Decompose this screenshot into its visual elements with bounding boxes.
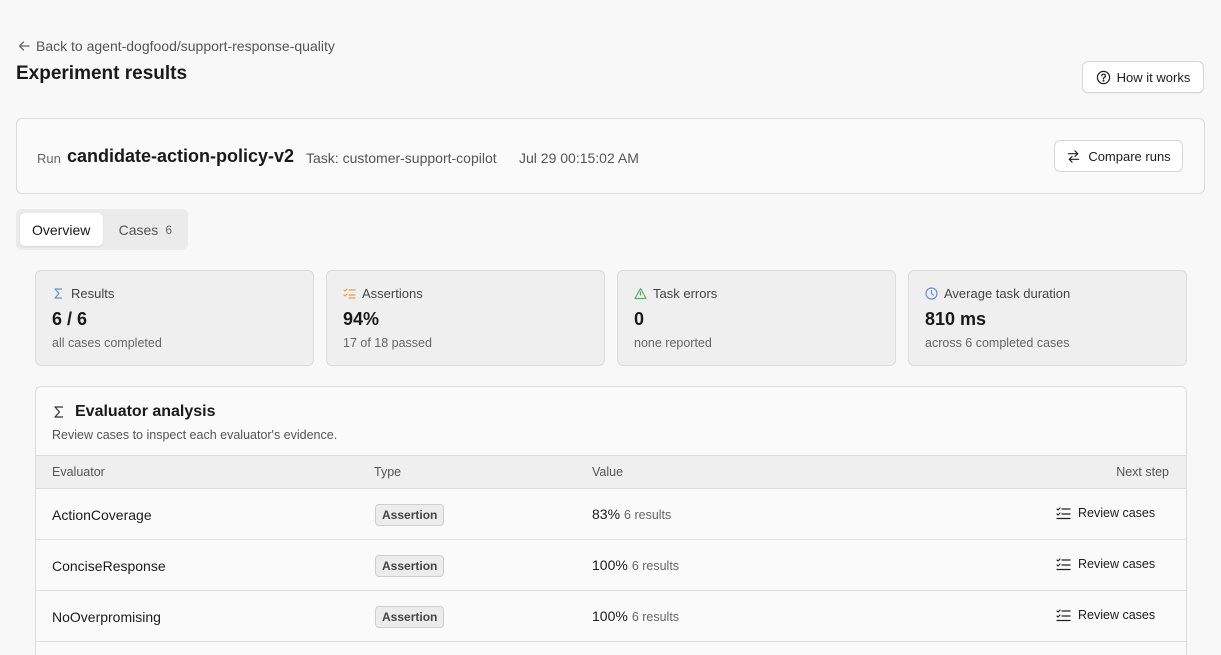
- compare-runs-button[interactable]: Compare runs: [1054, 140, 1183, 172]
- evaluator-subtitle: Review cases to inspect each evaluator's…: [52, 428, 338, 442]
- warning-triangle-icon: [634, 287, 647, 300]
- back-link[interactable]: Back to agent-dogfood/support-response-q…: [17, 38, 335, 54]
- stat-subtitle: across 6 completed cases: [925, 336, 1070, 350]
- sigma-icon: [54, 288, 62, 299]
- type-badge: Assertion: [375, 606, 445, 628]
- evaluator-analysis-card: Evaluator analysis Review cases to inspe…: [35, 386, 1187, 655]
- run-header-card: Run candidate-action-policy-v2 Task: cus…: [16, 118, 1205, 194]
- table-row: ConciseResponse Assertion 100% 6 results …: [36, 540, 1186, 591]
- tab-cases-label: Cases: [118, 221, 159, 238]
- how-it-works-label: How it works: [1116, 69, 1191, 85]
- column-header-next-step: Next step: [1116, 465, 1169, 479]
- column-header-evaluator: Evaluator: [52, 465, 105, 479]
- run-task: Task: customer-support-copilot: [306, 150, 497, 166]
- value-percent: 100%: [592, 608, 628, 624]
- run-name: candidate-action-policy-v2: [67, 146, 295, 166]
- review-cases-label: Review cases: [1078, 608, 1156, 622]
- column-header-type: Type: [374, 465, 402, 479]
- swap-arrows-icon: [1068, 149, 1080, 163]
- stat-card-task-errors: Task errors 0 none reported: [617, 270, 896, 366]
- stat-value: 0: [634, 309, 645, 329]
- evaluator-name: NoOverpromising: [52, 609, 161, 625]
- value-results: 6 results: [631, 610, 680, 624]
- stat-value: 810 ms: [925, 309, 987, 329]
- back-link-label: Back to agent-dogfood/support-response-q…: [36, 38, 335, 54]
- evaluator-value: 83% 6 results: [592, 506, 671, 522]
- table-row: NoOverpromising Assertion 100% 6 results …: [36, 591, 1186, 642]
- stat-subtitle: all cases completed: [52, 336, 162, 350]
- checklist-icon: [343, 288, 356, 299]
- column-header-value: Value: [592, 465, 624, 479]
- stat-title: Task errors: [653, 286, 718, 301]
- value-results: 6 results: [624, 508, 672, 522]
- stat-title: Average task duration: [944, 286, 1071, 301]
- value-percent: 100%: [592, 557, 628, 573]
- review-cases-label: Review cases: [1078, 557, 1156, 571]
- table-header: Evaluator Type Value Next step: [36, 455, 1186, 489]
- run-label: Run: [37, 151, 61, 166]
- page-title: Experiment results: [16, 63, 188, 84]
- tab-overview-label: Overview: [32, 221, 91, 238]
- review-cases-button[interactable]: Review cases: [1056, 608, 1155, 622]
- how-it-works-button[interactable]: How it works: [1082, 61, 1204, 93]
- help-circle-icon: [1096, 70, 1110, 84]
- value-results: 6 results: [631, 559, 680, 573]
- tab-cases[interactable]: Cases 6: [107, 213, 184, 246]
- run-timestamp: Jul 29 00:15:02 AM: [519, 150, 639, 166]
- tab-bar: Overview Cases 6: [16, 209, 188, 250]
- type-badge: Assertion: [375, 504, 445, 526]
- review-cases-button[interactable]: Review cases: [1056, 557, 1155, 571]
- review-cases-label: Review cases: [1078, 506, 1156, 520]
- review-cases-button[interactable]: Review cases: [1056, 506, 1155, 520]
- sigma-icon: [54, 406, 63, 418]
- stat-title: Assertions: [362, 286, 423, 301]
- evaluator-value: 100% 6 results: [592, 608, 679, 624]
- stat-card-results: Results 6 / 6 all cases completed: [35, 270, 314, 366]
- compare-runs-label: Compare runs: [1088, 148, 1171, 164]
- tab-overview[interactable]: Overview: [20, 213, 103, 246]
- stat-value: 6 / 6: [52, 309, 88, 329]
- tab-cases-count: 6: [165, 222, 172, 237]
- arrow-left-icon: [18, 41, 30, 51]
- table-row: ActionCoverage Assertion 83% 6 results Re…: [36, 489, 1186, 540]
- type-badge: Assertion: [375, 555, 445, 577]
- stat-subtitle: 17 of 18 passed: [343, 336, 432, 350]
- evaluator-name: ActionCoverage: [52, 507, 152, 523]
- stat-title: Results: [71, 286, 115, 301]
- list-check-icon: [1056, 506, 1071, 519]
- list-check-icon: [1056, 608, 1071, 621]
- evaluator-title: Evaluator analysis: [75, 403, 216, 420]
- stat-subtitle: none reported: [634, 336, 712, 350]
- clock-icon: [925, 287, 938, 300]
- value-percent: 83%: [592, 506, 621, 522]
- list-check-icon: [1056, 557, 1071, 570]
- evaluator-value: 100% 6 results: [592, 557, 679, 573]
- stat-card-assertions: Assertions 94% 17 of 18 passed: [326, 270, 605, 366]
- evaluator-name: ConciseResponse: [52, 558, 166, 574]
- stat-card-duration: Average task duration 810 ms across 6 co…: [908, 270, 1187, 366]
- stat-value: 94%: [343, 309, 380, 329]
